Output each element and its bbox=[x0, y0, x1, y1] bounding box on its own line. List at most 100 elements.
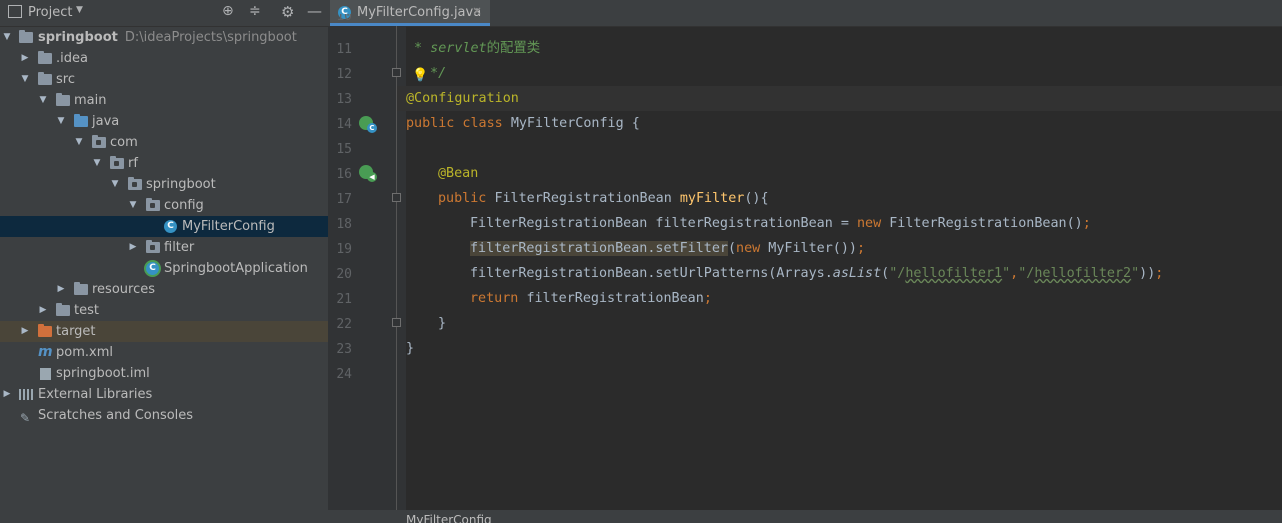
code-line-19[interactable]: filterRegistrationBean.setFilter(new MyF… bbox=[470, 236, 865, 261]
expanded-arrow-icon[interactable]: ▼ bbox=[56, 111, 66, 132]
folder-icon bbox=[38, 51, 52, 64]
expanded-arrow-icon[interactable]: ▼ bbox=[74, 132, 84, 153]
project-view-icon[interactable] bbox=[8, 5, 22, 18]
collapsed-arrow-icon[interactable]: ▶ bbox=[128, 237, 138, 258]
tree-item-pom-xml[interactable]: m pom.xml bbox=[0, 342, 328, 363]
code-text: ( bbox=[727, 241, 737, 256]
code-keyword: public class bbox=[406, 116, 511, 131]
code-line-17[interactable]: public FilterRegistrationBean myFilter()… bbox=[438, 186, 769, 211]
chevron-down-icon[interactable]: ▼ bbox=[76, 5, 83, 15]
tree-item-idea[interactable]: ▶ .idea bbox=[0, 48, 328, 69]
expanded-arrow-icon[interactable]: ▼ bbox=[92, 153, 102, 174]
code-text: )) bbox=[1139, 266, 1156, 281]
fold-marker-icon[interactable] bbox=[392, 318, 401, 327]
code-comment: * servlet bbox=[406, 41, 487, 56]
expanded-arrow-icon[interactable]: ▼ bbox=[20, 69, 30, 90]
package-icon bbox=[128, 177, 142, 190]
spring-bean-class-icon[interactable]: C bbox=[359, 116, 377, 133]
code-keyword: public bbox=[438, 191, 495, 206]
gear-icon[interactable]: ⚙ bbox=[281, 3, 294, 21]
collapsed-arrow-icon[interactable]: ▶ bbox=[38, 300, 48, 321]
close-icon[interactable]: × bbox=[472, 4, 482, 18]
code-line-14[interactable]: public class MyFilterConfig { bbox=[406, 111, 640, 136]
code-line-20[interactable]: filterRegistrationBean.setUrlPatterns(Ar… bbox=[470, 261, 1163, 286]
tree-item-label: SpringbootApplication bbox=[164, 261, 308, 276]
code-line-22[interactable]: } bbox=[438, 311, 446, 336]
code-line-23[interactable]: } bbox=[406, 336, 414, 361]
fold-marker-icon[interactable] bbox=[392, 193, 401, 202]
breadcrumb[interactable]: MyFilterConfig bbox=[406, 513, 492, 523]
folder-icon bbox=[56, 93, 70, 106]
code-comment: */ bbox=[422, 66, 447, 81]
code-text: } bbox=[406, 341, 415, 356]
line-number: 21 bbox=[336, 292, 352, 307]
tree-item-rf[interactable]: ▼ rf bbox=[0, 153, 328, 174]
line-number: 18 bbox=[336, 217, 352, 232]
tree-item-label: java bbox=[92, 114, 120, 129]
collapsed-arrow-icon[interactable]: ▶ bbox=[20, 321, 30, 342]
line-number: 11 bbox=[336, 42, 352, 57]
tree-item-config[interactable]: ▼ config bbox=[0, 195, 328, 216]
tree-item-springbootapplication[interactable]: C SpringbootApplication bbox=[0, 258, 328, 279]
tree-item-src[interactable]: ▼ src bbox=[0, 69, 328, 90]
tree-item-main[interactable]: ▼ main bbox=[0, 90, 328, 111]
collapsed-arrow-icon[interactable]: ▶ bbox=[20, 48, 30, 69]
tree-item-com[interactable]: ▼ com bbox=[0, 132, 328, 153]
package-icon bbox=[146, 240, 160, 253]
line-number: 17 bbox=[336, 192, 352, 207]
code-line-11[interactable]: * servlet的配置类 bbox=[406, 36, 540, 61]
class-icon: C bbox=[164, 220, 177, 233]
tree-item-label: MyFilterConfig bbox=[182, 219, 275, 234]
tree-item-java[interactable]: ▼ java bbox=[0, 111, 328, 132]
tree-item-label: springboot.iml bbox=[56, 366, 150, 381]
code-line-12[interactable]: */ bbox=[422, 61, 446, 86]
code-keyword: new bbox=[736, 241, 769, 256]
tree-item-filter[interactable]: ▶ filter bbox=[0, 237, 328, 258]
tree-item-label: src bbox=[56, 72, 75, 87]
expanded-arrow-icon[interactable]: ▼ bbox=[128, 195, 138, 216]
line-number: 13 bbox=[336, 92, 352, 107]
code-line-13[interactable]: @Configuration bbox=[397, 86, 1282, 111]
code-line-21[interactable]: return filterRegistrationBean; bbox=[470, 286, 712, 311]
tree-item-label: .idea bbox=[56, 51, 88, 66]
minimize-icon[interactable]: — bbox=[307, 2, 322, 20]
tree-item-springboot-root[interactable]: ▼ springboot D:\ideaProjects\springboot bbox=[0, 27, 328, 48]
code-line-18[interactable]: FilterRegistrationBean filterRegistratio… bbox=[470, 211, 1091, 236]
source-folder-icon bbox=[74, 114, 88, 127]
tree-item-label: springboot bbox=[146, 177, 216, 192]
collapsed-arrow-icon[interactable]: ▶ bbox=[2, 384, 12, 405]
code-line-16[interactable]: @Bean bbox=[438, 161, 478, 186]
tree-item-scratches[interactable]: ✎ Scratches and Consoles bbox=[0, 405, 328, 426]
expanded-arrow-icon[interactable]: ▼ bbox=[38, 90, 48, 111]
tab-myfilterconfig-java[interactable]: C MyFilterConfig.java × bbox=[330, 0, 490, 26]
code-string: " bbox=[1002, 266, 1011, 281]
project-view-title[interactable]: Project bbox=[28, 5, 72, 20]
tree-item-springboot-package[interactable]: ▼ springboot bbox=[0, 174, 328, 195]
code-text: MyFilter()) bbox=[768, 241, 857, 256]
expanded-arrow-icon[interactable]: ▼ bbox=[2, 27, 12, 48]
tree-item-springboot-iml[interactable]: springboot.iml bbox=[0, 363, 328, 384]
code-highlight: filterRegistrationBean.setFilter bbox=[470, 241, 728, 256]
resources-folder-icon bbox=[74, 282, 88, 295]
tree-item-label: filter bbox=[164, 240, 195, 255]
locate-icon[interactable]: ⊕ bbox=[222, 3, 234, 19]
fold-marker-icon[interactable] bbox=[392, 68, 401, 77]
library-icon bbox=[19, 389, 33, 400]
collapse-all-icon[interactable]: ≑ bbox=[249, 3, 261, 19]
code-string: "/ bbox=[1018, 266, 1035, 281]
line-number: 22 bbox=[336, 317, 352, 332]
tree-item-myfilterconfig[interactable]: C MyFilterConfig bbox=[0, 216, 328, 237]
tree-item-resources[interactable]: ▶ resources bbox=[0, 279, 328, 300]
line-number: 19 bbox=[336, 242, 352, 257]
tree-item-test[interactable]: ▶ test bbox=[0, 300, 328, 321]
spring-bean-method-icon[interactable]: ◀ bbox=[359, 165, 377, 182]
tree-item-external-libraries[interactable]: ▶ External Libraries bbox=[0, 384, 328, 405]
line-number: 20 bbox=[336, 267, 352, 282]
code-text: } bbox=[438, 316, 447, 331]
expanded-arrow-icon[interactable]: ▼ bbox=[110, 174, 120, 195]
tree-item-label: External Libraries bbox=[38, 387, 153, 402]
code-text: FilterRegistrationBean filterRegistratio… bbox=[470, 216, 857, 231]
tree-item-target[interactable]: ▶ target bbox=[0, 321, 328, 342]
code-annotation: @Bean bbox=[438, 166, 479, 181]
collapsed-arrow-icon[interactable]: ▶ bbox=[56, 279, 66, 300]
